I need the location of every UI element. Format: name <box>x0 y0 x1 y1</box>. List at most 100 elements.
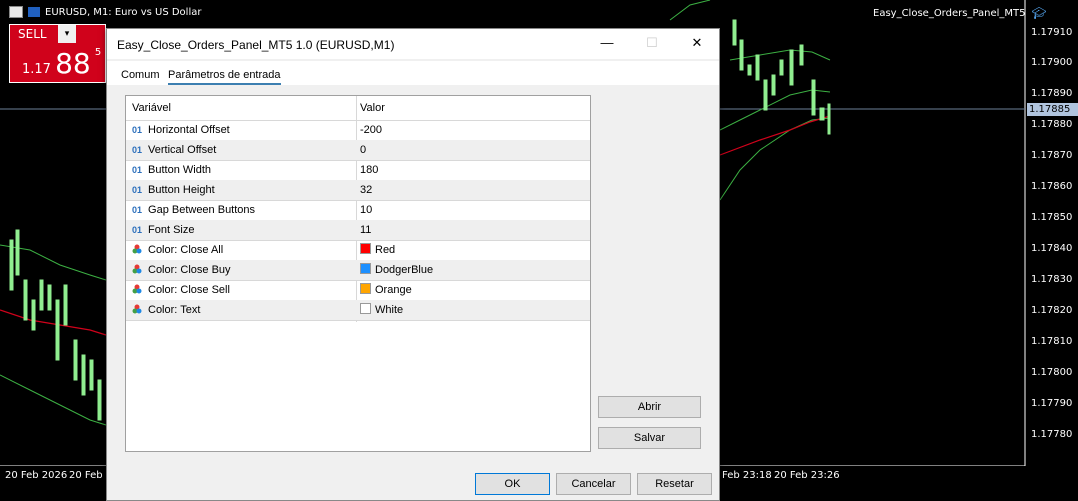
parameter-value-cell[interactable]: 11 <box>360 220 371 240</box>
parameter-value-cell[interactable]: Red <box>360 240 395 260</box>
price-tick-label: 1.17810 <box>1031 336 1073 347</box>
sell-price-prefix: 1.17 <box>22 62 51 77</box>
table-row[interactable]: 01 Horizontal Offset -200 <box>126 120 590 141</box>
parameter-value-cell[interactable]: 32 <box>360 180 372 200</box>
expert-advisor-label[interactable]: Easy_Close_Orders_Panel_MT5 🎓︎ <box>873 6 1047 20</box>
parameters-table: Variável Valor 01 Horizontal Offset -200 01… <box>125 95 591 452</box>
color-swatch <box>360 303 371 314</box>
sell-price-pips: 88 <box>55 47 91 80</box>
reset-button[interactable]: Resetar <box>637 473 712 495</box>
table-row[interactable]: 01 Button Height 32 <box>126 180 590 201</box>
price-tick-label: 1.17820 <box>1031 305 1073 316</box>
parameter-name: Button Width <box>148 164 211 176</box>
price-tick-label: 1.17900 <box>1031 57 1073 68</box>
ok-button[interactable]: OK <box>475 473 550 495</box>
current-price-label: 1.17885 <box>1027 103 1078 116</box>
table-row[interactable]: Color: Close Buy DodgerBlue <box>126 260 590 281</box>
parameter-value: 10 <box>360 204 373 216</box>
price-tick-label: 1.17870 <box>1031 150 1073 161</box>
color-type-icon <box>132 301 142 314</box>
price-tick-label: 1.17780 <box>1031 429 1073 440</box>
minimize-button[interactable]: — <box>597 35 617 53</box>
table-row[interactable]: 01 Gap Between Buttons 10 <box>126 200 590 221</box>
graduation-cap-icon: 🎓︎ <box>1031 6 1047 20</box>
input-parameters-dialog: Easy_Close_Orders_Panel_MT5 1.0 (EURUSD,… <box>106 28 720 501</box>
parameter-value: DodgerBlue <box>375 264 434 276</box>
parameter-value-cell[interactable]: -200 <box>360 120 382 140</box>
sell-price[interactable]: 1.17 88 5 <box>22 47 101 80</box>
price-tick-label: 1.17850 <box>1031 212 1073 223</box>
volume-dropdown[interactable]: ▾ <box>58 25 76 43</box>
table-row[interactable]: Color: Close All Red <box>126 240 590 261</box>
price-tick-label: 1.17890 <box>1031 88 1073 99</box>
parameter-name-cell: Color: Close Sell <box>132 280 230 300</box>
table-row[interactable]: 01 Font Size 11 <box>126 220 590 241</box>
parameter-name: Color: Text <box>148 304 201 316</box>
symbol-icon <box>28 7 40 17</box>
parameter-name-cell: 01 Horizontal Offset <box>132 120 230 140</box>
chart-title-text: EURUSD, M1: Euro vs US Dollar <box>45 6 202 18</box>
parameter-value: Red <box>375 244 396 256</box>
load-button[interactable]: Abrir <box>598 396 701 418</box>
color-swatch <box>360 263 371 274</box>
dialog-titlebar[interactable]: Easy_Close_Orders_Panel_MT5 1.0 (EURUSD,… <box>107 29 719 59</box>
cancel-button[interactable]: Cancelar <box>556 473 631 495</box>
integer-type-icon: 01 <box>132 125 143 135</box>
price-tick-label: 1.17910 <box>1031 27 1073 38</box>
dialog-tabs: Comum Parâmetros de entrada <box>107 61 719 85</box>
integer-type-icon: 01 <box>132 205 143 215</box>
dialog-title: Easy_Close_Orders_Panel_MT5 1.0 (EURUSD,… <box>117 38 395 52</box>
color-swatch <box>360 243 371 254</box>
parameter-name: Vertical Offset <box>148 144 217 156</box>
parameter-name-cell: 01 Gap Between Buttons <box>132 200 255 220</box>
parameter-name: Button Height <box>148 184 215 196</box>
parameter-name: Font Size <box>148 224 195 236</box>
table-row[interactable]: Color: Text White <box>126 300 590 321</box>
integer-type-icon: 01 <box>132 145 143 155</box>
time-label-0: 20 Feb 2026 <box>5 470 68 481</box>
expert-advisor-name: Easy_Close_Orders_Panel_MT5 <box>873 7 1026 19</box>
parameter-name-cell: Color: Close All <box>132 240 223 260</box>
parameter-name-cell: 01 Vertical Offset <box>132 140 216 160</box>
parameter-value: 11 <box>360 224 372 236</box>
parameter-value: 32 <box>360 184 373 196</box>
integer-type-icon: 01 <box>132 165 143 175</box>
table-row[interactable]: Color: Close Sell Orange <box>126 280 590 301</box>
value-column-header[interactable]: Valor <box>360 96 385 116</box>
parameter-value: Orange <box>375 284 412 296</box>
parameter-value: White <box>375 304 404 316</box>
tab-common[interactable]: Comum <box>121 69 160 81</box>
save-button[interactable]: Salvar <box>598 427 701 449</box>
parameter-value-cell[interactable]: White <box>360 300 403 320</box>
price-tick-label: 1.17830 <box>1031 274 1073 285</box>
chart-grid-icon <box>9 6 23 18</box>
variable-column-header[interactable]: Variável <box>132 96 171 116</box>
integer-type-icon: 01 <box>132 225 143 235</box>
parameter-value-cell[interactable]: 10 <box>360 200 372 220</box>
table-row[interactable]: 01 Vertical Offset 0 <box>126 140 590 161</box>
parameter-name: Color: Close Buy <box>148 264 231 276</box>
parameter-name-cell: 01 Button Width <box>132 160 211 180</box>
price-tick-label: 1.17860 <box>1031 181 1073 192</box>
parameter-value-cell[interactable]: DodgerBlue <box>360 260 433 280</box>
color-type-icon <box>132 261 142 274</box>
parameter-name-cell: 01 Font Size <box>132 220 194 240</box>
parameter-name: Color: Close Sell <box>148 284 230 296</box>
price-tick-label: 1.17880 <box>1031 119 1073 130</box>
tab-input-parameters[interactable]: Parâmetros de entrada <box>168 69 281 85</box>
parameter-value: -200 <box>360 124 383 136</box>
sell-button[interactable]: SELL <box>10 25 58 43</box>
parameter-value-cell[interactable]: 180 <box>360 160 378 180</box>
table-row[interactable]: 01 Button Width 180 <box>126 160 590 181</box>
close-button[interactable]: ✕ <box>687 35 707 53</box>
time-label-2: Feb 23:18 <box>722 470 772 481</box>
maximize-button[interactable]: ☐ <box>642 35 662 53</box>
parameter-name: Horizontal Offset <box>148 124 230 136</box>
chart-title: EURUSD, M1: Euro vs US Dollar <box>9 6 201 18</box>
parameter-value-cell[interactable]: Orange <box>360 280 412 300</box>
price-tick-label: 1.17840 <box>1031 243 1073 254</box>
price-tick-label: 1.17790 <box>1031 398 1073 409</box>
parameter-value-cell[interactable]: 0 <box>360 140 366 160</box>
time-label-3: 20 Feb 23:26 <box>774 470 840 481</box>
parameter-value: 180 <box>360 164 379 176</box>
